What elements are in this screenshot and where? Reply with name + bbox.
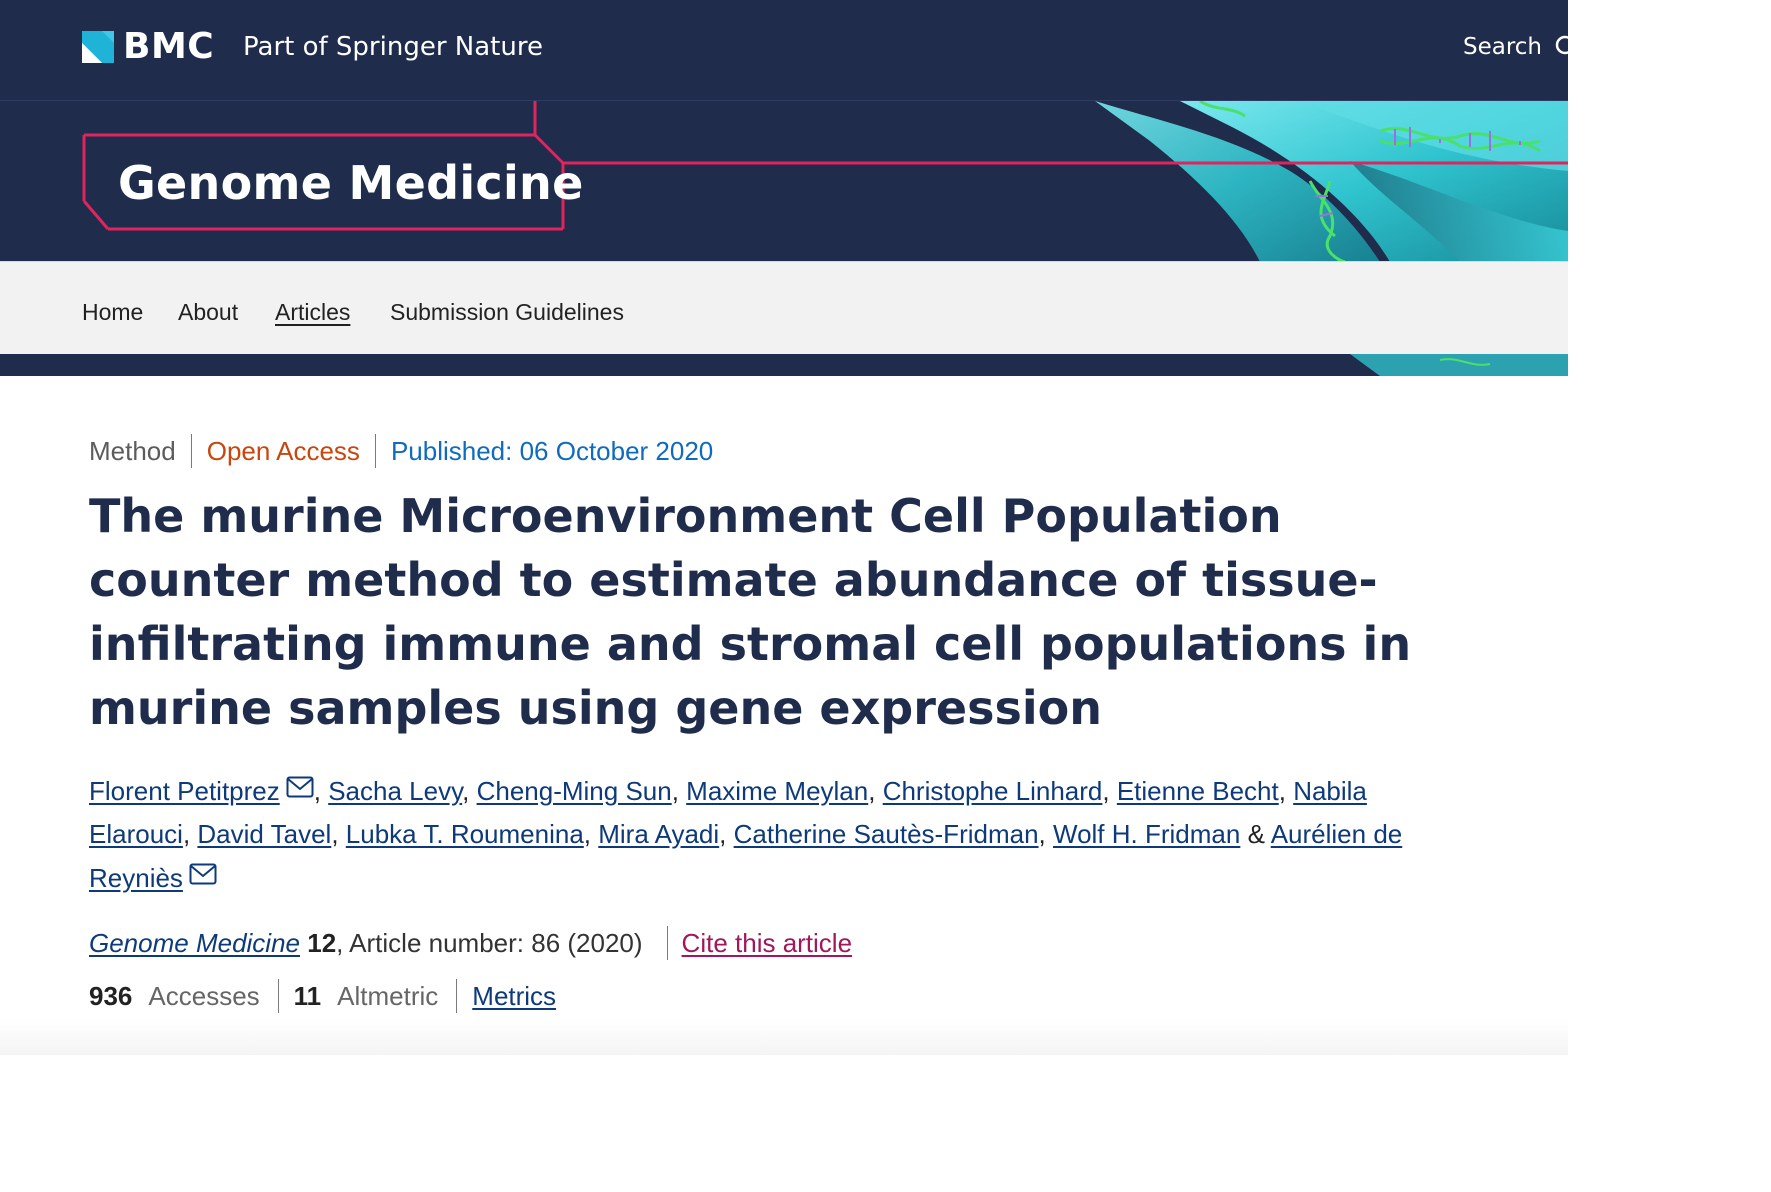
author-link[interactable]: Etienne Becht (1117, 776, 1279, 806)
metrics-divider (456, 979, 458, 1013)
search-label: Search (1462, 34, 1542, 60)
author-separator: , (331, 818, 346, 849)
accesses-label: Accesses (148, 980, 260, 1011)
author-separator: , (313, 776, 329, 806)
author-separator: & (1240, 818, 1271, 849)
citation-line: Genome Medicine 12, Article number: 86 (… (89, 926, 852, 960)
author-link[interactable]: Sacha Levy (328, 776, 462, 806)
bmc-logo-text: BMC (123, 26, 215, 67)
author-link[interactable]: Cheng-Ming Sun (477, 776, 672, 806)
nav-item-home[interactable]: Home (82, 298, 143, 326)
author-separator: , (1102, 776, 1117, 806)
email-icon[interactable] (286, 768, 314, 811)
author-separator: , (462, 776, 477, 806)
article-meta: Method Open Access Published: 06 October… (89, 434, 713, 468)
author-link[interactable]: Wolf H. Fridman (1053, 819, 1240, 849)
bmc-logo[interactable]: BMC (82, 26, 215, 67)
author-list: Florent Petitprez, Sacha Levy, Cheng-Min… (89, 768, 1429, 900)
journal-nav: Home About Articles Submission Guideline… (0, 261, 1568, 354)
author-separator: , (1278, 776, 1294, 806)
page-bottom-fade (0, 1020, 1568, 1055)
author-link[interactable]: Catherine Sautès-Fridman (734, 819, 1039, 849)
altmetric-label: Altmetric (337, 980, 439, 1011)
author-separator: , (671, 776, 687, 806)
published-date: Published: 06 October 2020 (390, 435, 714, 466)
journal-title[interactable]: Genome Medicine (118, 155, 584, 211)
article-metrics: 936 Accesses 11 Altmetric Metrics (89, 979, 556, 1013)
author-separator: , (583, 818, 599, 849)
citation-journal-link[interactable]: Genome Medicine (89, 928, 300, 959)
author-separator: , (868, 776, 883, 806)
author-link[interactable]: Maxime Meylan (686, 776, 868, 806)
accesses-count: 936 (89, 980, 133, 1011)
springer-tagline: Part of Springer Nature (243, 32, 543, 62)
author-separator: , (182, 818, 198, 849)
top-bar: BMC Part of Springer Nature Search (0, 0, 1568, 100)
cite-this-article-link[interactable]: Cite this article (682, 928, 853, 959)
citation-article-number: , Article number: 86 (2020) (336, 927, 643, 958)
email-icon[interactable] (189, 855, 217, 898)
nav-item-about[interactable]: About (178, 298, 238, 326)
meta-divider (190, 434, 192, 468)
author-link[interactable]: David Tavel (197, 819, 331, 849)
author-link[interactable]: Lubka T. Roumenina (346, 819, 584, 849)
bmc-logo-icon (82, 31, 114, 63)
search-button[interactable]: Search (1463, 30, 1568, 64)
author-link[interactable]: Christophe Linhard (883, 776, 1103, 806)
meta-divider (374, 434, 376, 468)
metrics-divider (277, 979, 279, 1013)
author-link[interactable]: Mira Ayadi (598, 819, 719, 849)
citation-volume: 12 (307, 927, 337, 958)
nav-item-submission-guidelines[interactable]: Submission Guidelines (390, 298, 624, 326)
banner-strip (0, 354, 1568, 376)
nav-item-articles[interactable]: Articles (275, 298, 350, 326)
author-separator: , (1038, 818, 1053, 849)
journal-banner: Genome Medicine (0, 100, 1568, 261)
metrics-link[interactable]: Metrics (472, 981, 556, 1012)
search-icon (1554, 34, 1568, 60)
author-link[interactable]: Florent Petitprez (89, 776, 280, 806)
citation-divider (666, 926, 668, 960)
article-title: The murine Microenvironment Cell Populat… (89, 489, 1412, 735)
article-type: Method (89, 435, 176, 466)
open-access-badge: Open Access (206, 435, 360, 466)
author-separator: , (719, 818, 734, 849)
altmetric-count: 11 (293, 980, 322, 1011)
